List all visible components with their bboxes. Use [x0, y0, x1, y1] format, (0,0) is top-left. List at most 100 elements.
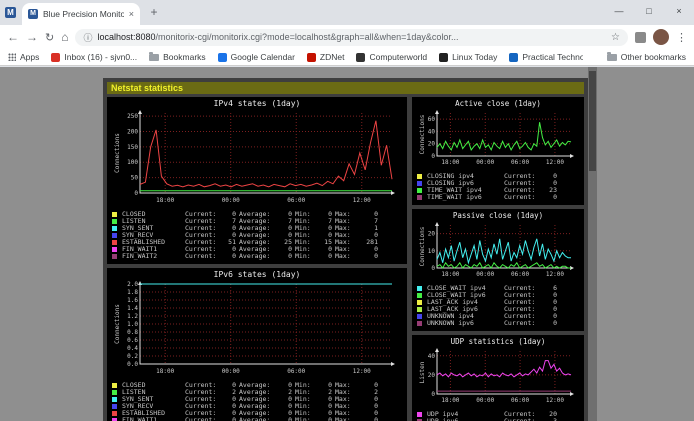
bookmark-item[interactable]: Practical Technol... — [509, 52, 582, 62]
minimize-button[interactable]: — — [604, 0, 634, 25]
legend-value: 0 — [356, 417, 378, 421]
legend-value-label: Current: — [185, 417, 217, 421]
other-bookmarks[interactable]: Other bookmarks — [607, 52, 686, 62]
bookmark-item[interactable]: Google Calendar — [218, 52, 295, 62]
legend-value-label: Min: — [295, 211, 313, 218]
legend-name: UNKNOWN ipv4 — [427, 313, 501, 320]
legend-swatch — [112, 240, 117, 245]
extension-icon[interactable] — [635, 32, 646, 43]
reload-icon[interactable]: ↻ — [45, 31, 54, 44]
maximize-button[interactable]: □ — [634, 0, 664, 25]
svg-text:250: 250 — [127, 113, 138, 120]
folder-icon — [607, 54, 617, 61]
legend-name: ESTABLISHED — [122, 410, 182, 417]
bookmark-item[interactable]: Bookmarks — [149, 52, 206, 62]
home-icon[interactable]: ⌂ — [61, 30, 68, 44]
page-info-icon[interactable]: ⓘ — [83, 31, 92, 44]
chart-plot-area: 020406018:0000:0006:0012:00Connections — [415, 109, 579, 167]
legend-name: LAST_ACK ipv6 — [427, 306, 501, 313]
series-line — [437, 263, 571, 268]
svg-text:1.6: 1.6 — [127, 297, 138, 304]
chart-plot-area: 05010015020025018:0000:0006:0012:00Conne… — [110, 109, 402, 205]
legend-value-label: Average: — [239, 239, 273, 246]
bookmark-item[interactable]: Linux Today — [439, 52, 497, 62]
legend-value-label: Min: — [295, 246, 313, 253]
svg-text:100: 100 — [127, 159, 138, 166]
legend-swatch — [417, 412, 422, 417]
legend-swatch — [417, 314, 422, 319]
folder-icon — [149, 54, 159, 61]
close-button[interactable]: × — [664, 0, 694, 25]
chart-active-close: Active close (1day)020406018:0000:0006:0… — [412, 97, 584, 205]
chart-title: Passive close (1day) — [415, 210, 581, 221]
back-icon[interactable]: ← — [7, 30, 19, 44]
bookmark-item[interactable]: Computerworld — [356, 52, 427, 62]
legend-row: SYN_RECVCurrent:0Average:0Min:0Max:0 — [112, 403, 404, 410]
legend-name: ESTABLISHED — [122, 239, 182, 246]
legend-name: LISTEN — [122, 389, 182, 396]
chart-title: UDP statistics (1day) — [415, 336, 581, 347]
legend-swatch — [417, 321, 422, 326]
tab-strip: M M Blue Precision Monitorix × + — □ × — [0, 0, 694, 25]
legend-value-label: Max: — [335, 253, 353, 260]
legend-name: UDP ipv4 — [427, 411, 501, 418]
browser-tab[interactable]: M Blue Precision Monitorix × — [22, 3, 140, 25]
legend-value-label: Min: — [295, 382, 313, 389]
legend-swatch — [112, 411, 117, 416]
legend-value-label: Min: — [295, 410, 313, 417]
legend-swatch — [112, 397, 117, 402]
legend-name: UNKNOWN ipv6 — [427, 320, 501, 327]
address-bar[interactable]: ⓘ localhost:8080/monitorix-cgi/monitorix… — [75, 29, 628, 46]
bookmark-star-icon[interactable]: ☆ — [611, 32, 620, 43]
tab-close-icon[interactable]: × — [129, 9, 134, 19]
svg-text:12:00: 12:00 — [546, 397, 564, 404]
legend-value-label: Max: — [335, 389, 353, 396]
legend-row: LISTENCurrent:2Average:2Min:2Max:2 — [112, 389, 404, 396]
legend-row: ESTABLISHEDCurrent:51Average:25Min:15Max… — [112, 239, 404, 246]
bookmark-item[interactable]: Inbox (16) - sjvn0... — [51, 52, 137, 62]
legend-value-label: Average: — [239, 389, 273, 396]
bookmark-item[interactable]: ZDNet — [307, 52, 345, 62]
legend-value-label: Min: — [295, 253, 313, 260]
legend-value-label: Current: — [504, 285, 538, 292]
legend-swatch — [112, 226, 117, 231]
svg-text:06:00: 06:00 — [511, 271, 529, 278]
page-scrollbar[interactable] — [588, 67, 597, 421]
apps-shortcut[interactable]: Apps — [8, 52, 39, 62]
tab-title: Blue Precision Monitorix — [43, 9, 124, 19]
svg-text:200: 200 — [127, 128, 138, 135]
svg-text:Connections: Connections — [114, 304, 121, 344]
scrollbar-thumb[interactable] — [589, 71, 596, 171]
chart-plot-area: 0204018:0000:0006:0012:00Listen — [415, 347, 579, 405]
chart-title: IPv4 states (1day) — [110, 98, 404, 109]
legend-value-label: Current: — [504, 411, 538, 418]
legend-value-label: Average: — [239, 246, 273, 253]
legend-value-label: Average: — [239, 232, 273, 239]
legend-value: 0 — [316, 417, 332, 421]
forward-icon[interactable]: → — [26, 30, 38, 44]
new-tab-button[interactable]: + — [146, 4, 162, 20]
legend-swatch — [417, 293, 422, 298]
favicon — [51, 53, 60, 62]
svg-text:20: 20 — [428, 231, 436, 238]
legend-row: TIME_WAIT ipv6Current:0 — [417, 194, 581, 201]
legend-value-label: Average: — [239, 417, 273, 421]
legend-value-label: Current: — [504, 306, 538, 313]
legend-swatch — [417, 188, 422, 193]
series-line — [140, 121, 392, 187]
legend-value-label: Current: — [504, 187, 538, 194]
section-title: Netstat statistics — [111, 83, 183, 93]
svg-text:00:00: 00:00 — [476, 159, 494, 166]
legend-row: SYN_SENTCurrent:0Average:0Min:0Max:0 — [112, 396, 404, 403]
legend-value-label: Max: — [335, 403, 353, 410]
profile-avatar[interactable] — [653, 29, 669, 45]
svg-text:0.0: 0.0 — [127, 361, 138, 368]
svg-text:40: 40 — [428, 128, 436, 135]
menu-icon[interactable]: ⋮ — [676, 31, 687, 44]
bookmark-label: Practical Technol... — [522, 52, 582, 62]
legend-name: CLOSING ipv4 — [427, 173, 501, 180]
legend-row: ESTABLISHEDCurrent:0Average:0Min:0Max:0 — [112, 410, 404, 417]
chart-passive-close: Passive close (1day)0102018:0000:0006:00… — [412, 209, 584, 331]
legend-value-label: Average: — [239, 403, 273, 410]
svg-text:Listen: Listen — [419, 361, 426, 383]
